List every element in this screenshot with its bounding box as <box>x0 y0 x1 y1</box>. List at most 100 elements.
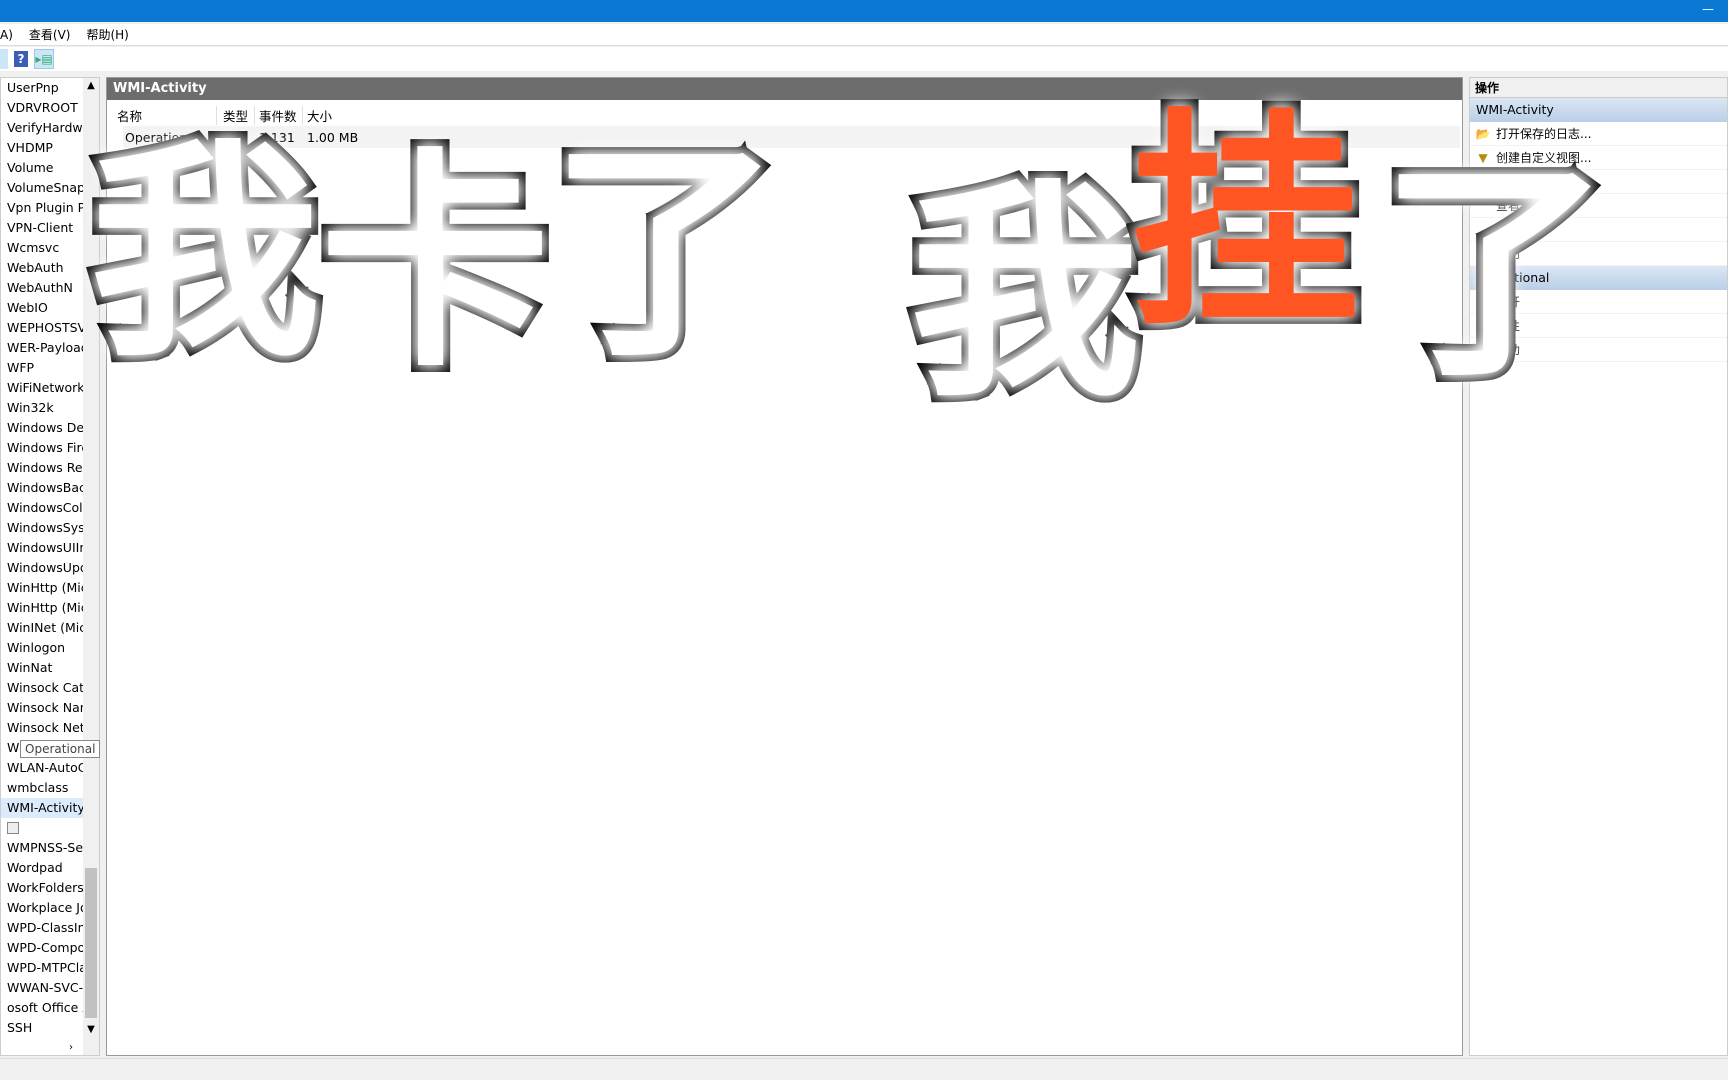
section-wmi-activity[interactable]: WMI-Activity <box>1470 98 1727 122</box>
col-type[interactable]: 类型 <box>217 105 255 125</box>
action-label: 属性 <box>1496 319 1521 333</box>
tree-item[interactable]: WFP <box>1 358 85 378</box>
properties-tool-icon[interactable] <box>0 49 8 69</box>
action-label: 帮助 <box>1496 343 1521 357</box>
tree-item[interactable]: Winlogon <box>1 638 85 658</box>
tree-item[interactable]: WinINet (Mic <box>1 618 85 638</box>
tooltip: Operational <box>20 740 101 758</box>
tree-item[interactable]: WindowsSyst <box>1 518 85 538</box>
tree-item[interactable]: WorkFolders <box>1 878 85 898</box>
tree-item[interactable]: SSH <box>1 1018 85 1038</box>
action-item[interactable]: 📂 打开保存的日志... <box>1470 122 1727 146</box>
menu-action[interactable]: A) <box>0 28 13 42</box>
tree-item[interactable]: WebAuth <box>1 258 85 278</box>
action-label: 打开保存的日志... <box>1496 127 1592 141</box>
actions-pane: 操作 WMI-Activity 📂 打开保存的日志... ▼ 创建自定义视图... 导入… <box>1469 77 1728 1056</box>
action-item[interactable]: ? 帮助 <box>1470 338 1727 362</box>
action-item[interactable]: ▤ 属性 <box>1470 314 1727 338</box>
tree-item[interactable]: WEPHOSTSV <box>1 318 85 338</box>
tree-item[interactable]: Winsock Cata <box>1 678 85 698</box>
tree-item[interactable]: WindowsColc <box>1 498 85 518</box>
log-list-panel: WMI-Activity 名称 类型 事件数 大小 Operational 操作… <box>106 77 1463 1056</box>
tree-item[interactable]: Volume <box>1 158 85 178</box>
filter-icon: ▼ <box>1478 150 1488 165</box>
menu-help[interactable]: 帮助(H) <box>86 26 128 43</box>
tree-item[interactable]: WinNat <box>1 658 85 678</box>
help-icon: ? <box>1479 246 1487 261</box>
table-row[interactable]: Operational 操作 1,131 1.00 MB <box>123 126 1460 148</box>
tree-item[interactable]: Workplace Jo <box>1 898 85 918</box>
menu-view[interactable]: 查看(V) <box>29 26 71 43</box>
tree-item[interactable]: VHDMP <box>1 138 85 158</box>
tree-item[interactable]: VDRVROOT <box>1 98 85 118</box>
tree-item[interactable]: WinHttp (Mic <box>1 578 85 598</box>
action-item[interactable]: ▼ 创建自定义视图... <box>1470 146 1727 170</box>
tree-item[interactable]: Wordpad <box>1 858 85 878</box>
tree-item[interactable]: Winsock Nan <box>1 698 85 718</box>
tree-item[interactable]: WPD-MTPCla <box>1 958 85 978</box>
toolbar: ? ▸▤ <box>0 47 1728 71</box>
tree-item[interactable]: WinHttp (Mic <box>1 598 85 618</box>
action-item[interactable]: 导入自定义视图... <box>1470 170 1727 194</box>
tree-item[interactable]: WWAN-SVC- <box>1 978 85 998</box>
tree-item[interactable]: WindowsBacl <box>1 478 85 498</box>
cell-count: 1,131 <box>259 129 295 145</box>
chevron-down-icon[interactable]: ▼ <box>83 1024 99 1035</box>
action-label: 打开 <box>1496 295 1521 309</box>
tree-item[interactable]: Winsock Netv <box>1 718 85 738</box>
menu-bar: A) 查看(V) 帮助(H) <box>0 24 1728 46</box>
show-action-pane-icon[interactable]: ▸▤ <box>34 49 54 69</box>
tree-item[interactable]: Win32k <box>1 398 85 418</box>
action-label: 创建自定义视图... <box>1496 151 1592 165</box>
tree-item[interactable]: Windows Def <box>1 418 85 438</box>
tree-item[interactable]: VerifyHardwa <box>1 118 85 138</box>
tree-item[interactable]: WPD-ClassIn <box>1 918 85 938</box>
chevron-right-icon[interactable]: › <box>69 1042 73 1053</box>
tree-item[interactable]: VPN-Client <box>1 218 85 238</box>
section-operational[interactable]: Operational <box>1470 266 1727 290</box>
minimize-button[interactable]: — <box>1702 2 1714 16</box>
tree-item[interactable]: WindowsUIIn <box>1 538 85 558</box>
tree-item[interactable]: WebIO <box>1 298 85 318</box>
navigation-tree: UserPnp VDRVROOT VerifyHardwa VHDMP Volume Vo… <box>0 77 100 1056</box>
tree-item[interactable]: osoft Office Ale <box>1 998 85 1018</box>
action-item[interactable] <box>1470 218 1727 242</box>
tree-item[interactable]: WLAN-AutoC <box>1 758 85 778</box>
action-item[interactable]: ? 帮助 <box>1470 242 1727 266</box>
tree-item[interactable]: WindowsUpd <box>1 558 85 578</box>
tree-item[interactable]: VolumeSnaps <box>1 178 85 198</box>
tree-item[interactable]: wmbclass <box>1 778 85 798</box>
log-icon <box>7 822 19 834</box>
action-item[interactable]: 打开 <box>1470 290 1727 314</box>
col-name[interactable]: 名称 <box>109 105 217 125</box>
scroll-thumb[interactable] <box>85 868 97 1018</box>
help-icon: ? <box>1479 342 1487 357</box>
cell-name: Operational <box>125 129 199 145</box>
actions-header: 操作 <box>1470 78 1727 98</box>
tree-item[interactable]: WER-Payload <box>1 338 85 358</box>
action-item[interactable]: 查看 <box>1470 194 1727 218</box>
col-size[interactable]: 大小 <box>303 106 393 125</box>
tree-item[interactable]: WPD-Compo <box>1 938 85 958</box>
tree-item[interactable]: WiFiNetwork <box>1 378 85 398</box>
cell-type: 操作 <box>223 130 249 146</box>
tree-item[interactable]: Wcmsvc <box>1 238 85 258</box>
tree-item[interactable]: UserPnp <box>1 78 85 98</box>
action-label: 查看 <box>1496 199 1521 213</box>
tree-scrollbar[interactable]: ▲ ▼ <box>83 78 99 1055</box>
tree-item[interactable]: WMPNSS-Ser <box>1 838 85 858</box>
tree-item[interactable]: Windows Rer <box>1 458 85 478</box>
properties-icon: ▤ <box>1477 318 1489 333</box>
folder-open-icon: 📂 <box>1475 126 1491 141</box>
tree-item[interactable]: Windows Fire <box>1 438 85 458</box>
help-icon[interactable]: ? <box>14 51 28 67</box>
status-bar <box>0 1058 1728 1080</box>
panel-title: WMI-Activity <box>107 78 1462 100</box>
tree-item[interactable]: Vpn Plugin Pl <box>1 198 85 218</box>
log-table: 名称 类型 事件数 大小 Operational 操作 1,131 1.00 M… <box>109 104 1460 148</box>
col-count[interactable]: 事件数 <box>255 105 303 125</box>
chevron-up-icon[interactable]: ▲ <box>83 80 99 91</box>
tree-item[interactable]: WebAuthN <box>1 278 85 298</box>
tree-item[interactable]: WMI-Activity <box>1 798 85 818</box>
table-header: 名称 类型 事件数 大小 <box>109 104 1460 126</box>
